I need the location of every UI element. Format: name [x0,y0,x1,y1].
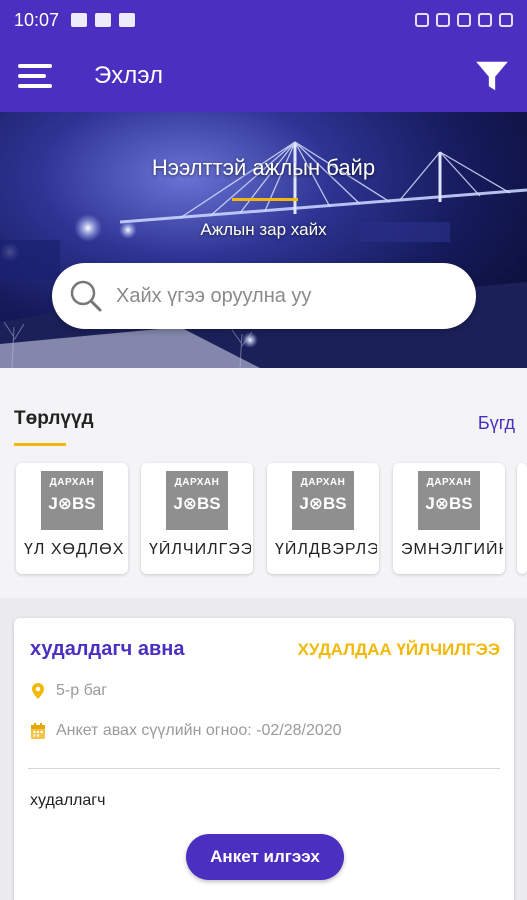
category-label: ҮЛ ХӨДЛӨХ [24,541,125,558]
job-deadline-row: Анкет авах сүүлийн огноо: -02/28/2020 [30,722,342,740]
category-label: ҮЙЛЧИЛГЭЭ [149,541,251,558]
category-card[interactable] [517,463,527,574]
notification-icons [71,13,136,27]
search-bar[interactable] [52,263,476,329]
status-bar: 10:07 [0,0,527,40]
search-input[interactable] [116,284,446,308]
darkhan-jobs-logo: ДАРХАН J⊗BS [41,471,103,530]
categories-title: Төрлүүд [14,408,94,429]
menu-icon[interactable] [18,64,54,88]
search-icon [70,280,102,312]
darkhan-jobs-logo: ДАРХАН J⊗BS [292,471,354,530]
calendar-icon [31,723,45,739]
hero-banner: Нээлттэй ажлын байр Ажлын зар хайх [0,112,527,368]
categories-title-underline [14,443,66,446]
location-pin-icon [32,683,44,699]
apply-button[interactable]: Анкет илгээх [186,834,344,880]
job-title: худалдагч авна [30,638,185,660]
signal-icon [478,13,492,27]
category-card[interactable]: ДАРХАН J⊗BS ЭМНЭЛГИЙН [393,463,505,574]
system-icons [415,13,513,27]
categories-all-link[interactable]: Бүгд [478,413,515,434]
battery-icon [499,13,513,27]
hero-background-image [0,141,527,368]
category-label: ҮЙЛДВЭРЛЭЛ [275,541,377,558]
mute-icon [436,13,450,27]
job-listing-card[interactable]: худалдагч авна ХУДАЛДАА ҮЙЛЧИЛГЭЭ 5-р ба… [14,618,514,900]
divider [28,768,500,769]
hero-title: Нээлттэй ажлын байр [151,155,376,180]
hero-title-underline [232,198,298,201]
job-location-row: 5-р баг [30,682,107,700]
job-deadline: Анкет авах сүүлийн огноо: -02/28/2020 [56,722,342,739]
category-label: ЭМНЭЛГИЙН [401,541,503,558]
darkhan-jobs-logo: ДАРХАН J⊗BS [418,471,480,530]
gallery-icon [71,13,88,27]
app-bar: Эхлэл [0,40,527,112]
category-card[interactable]: ДАРХАН J⊗BS ҮЙЛЧИЛГЭЭ [141,463,253,574]
alarm-icon [415,13,429,27]
hero-subtitle: Ажлын зар хайх [200,220,327,239]
job-location: 5-р баг [56,682,108,699]
facebook-icon [95,13,112,27]
job-category: ХУДАЛДАА ҮЙЛЧИЛГЭЭ [297,640,500,659]
category-card[interactable]: ДАРХАН J⊗BS ҮЛ ХӨДЛӨХ [16,463,128,574]
category-card[interactable]: ДАРХАН J⊗BS ҮЙЛДВЭРЛЭЛ [267,463,379,574]
job-description: худаллагч [30,792,106,809]
person-icon [119,13,136,27]
status-time: 10:07 [14,9,60,30]
page-title: Эхлэл [94,62,163,89]
darkhan-jobs-logo: ДАРХАН J⊗BS [166,471,228,530]
filter-icon[interactable] [473,57,511,95]
wifi-icon [457,13,471,27]
categories-section: Төрлүүд Бүгд ДАРХАН J⊗BS ҮЛ ХӨДЛӨХ ДАРХА… [0,368,527,598]
